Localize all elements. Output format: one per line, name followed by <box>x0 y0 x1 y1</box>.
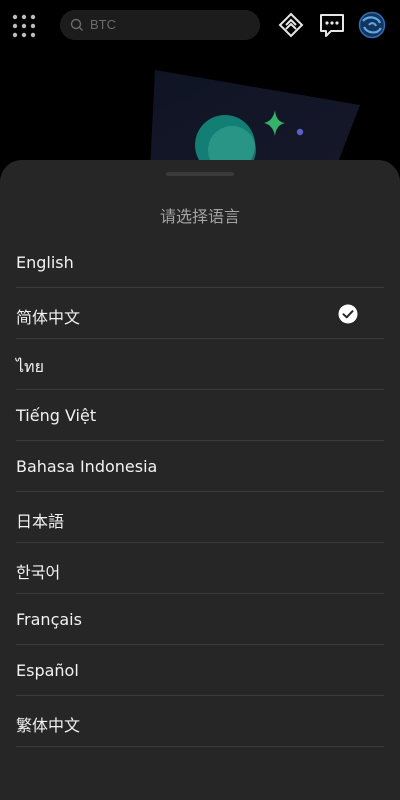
language-label: Bahasa Indonesia <box>16 457 158 476</box>
language-option-spanish[interactable]: Español <box>16 645 384 696</box>
promo-illustration <box>150 70 360 170</box>
language-option-indonesian[interactable]: Bahasa Indonesia <box>16 441 384 492</box>
top-bar: BTC <box>0 0 400 50</box>
search-input[interactable]: BTC <box>60 10 260 40</box>
search-placeholder: BTC <box>90 17 116 32</box>
sheet-drag-handle[interactable] <box>166 172 234 176</box>
language-option-thai[interactable]: ไทย <box>16 339 384 390</box>
language-label: English <box>16 253 74 272</box>
language-label: 日本語 <box>16 512 65 531</box>
language-label: ไทย <box>16 357 44 376</box>
avatar-globe-icon[interactable] <box>358 11 386 39</box>
language-option-french[interactable]: Français <box>16 594 384 645</box>
language-label: 繁体中文 <box>16 716 81 735</box>
language-label: Tiếng Việt <box>16 406 97 425</box>
check-circle-icon <box>338 304 358 324</box>
language-option-traditional-chinese[interactable]: 繁体中文 <box>16 696 384 747</box>
sheet-title: 请选择语言 <box>159 207 240 226</box>
language-option-simplified-chinese[interactable]: 简体中文 <box>16 288 384 339</box>
app-screen: BTC 请选择语言 English 简体中文 ไทย Tiếng Việt Ba… <box>0 0 400 800</box>
language-option-japanese[interactable]: 日本語 <box>16 492 384 543</box>
language-label: Español <box>16 661 79 680</box>
language-sheet: 请选择语言 English 简体中文 ไทย Tiếng Việt Bahasa… <box>0 160 400 800</box>
language-option-korean[interactable]: 한국어 <box>16 543 384 594</box>
search-icon <box>70 18 83 31</box>
language-option-vietnamese[interactable]: Tiếng Việt <box>16 390 384 441</box>
message-icon[interactable] <box>318 11 346 39</box>
language-label: 한국어 <box>16 563 61 582</box>
grid-menu-icon[interactable] <box>12 14 36 38</box>
language-option-english[interactable]: English <box>16 237 384 288</box>
language-label: 简体中文 <box>16 308 81 327</box>
diamond-exchange-icon[interactable] <box>277 11 305 39</box>
language-label: Français <box>16 610 82 629</box>
language-list: English 简体中文 ไทย Tiếng Việt Bahasa Indon… <box>16 237 384 747</box>
